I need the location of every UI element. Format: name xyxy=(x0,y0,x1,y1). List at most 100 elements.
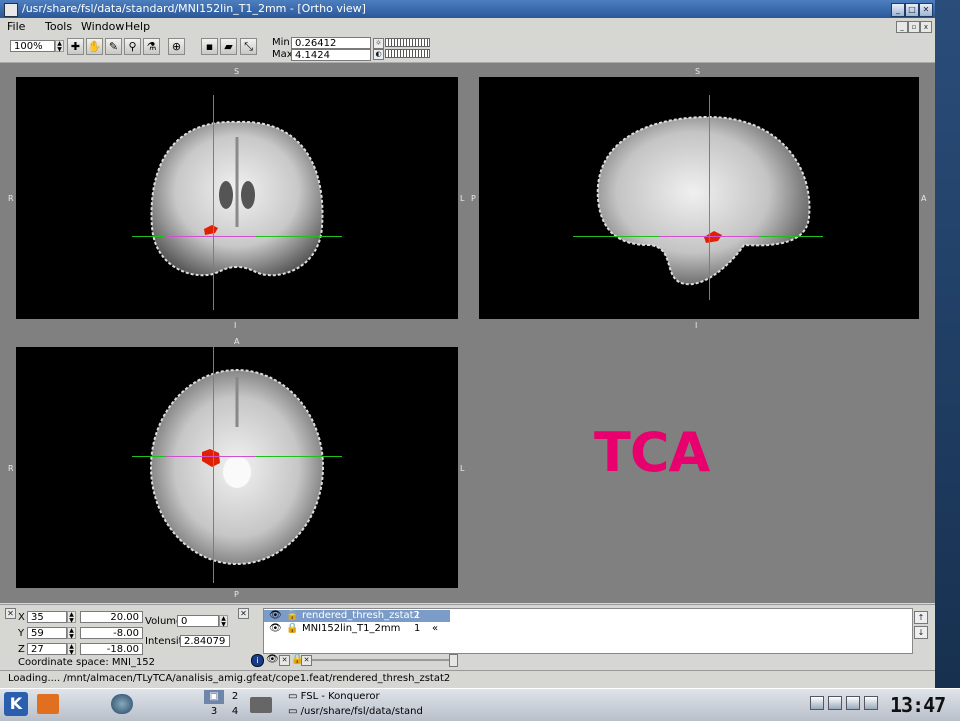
z-voxel-input[interactable]: 27 xyxy=(27,643,67,655)
layer-name: MNI152lin_T1_2mm xyxy=(302,623,401,634)
opacity-slider[interactable] xyxy=(312,659,457,661)
zoom-input[interactable]: 100% xyxy=(10,40,55,52)
clock[interactable]: 13:47 xyxy=(890,693,946,717)
x-mm-input[interactable]: 20.00 xyxy=(80,611,143,623)
layer-name: rendered_thresh_zstat2 xyxy=(302,610,420,621)
z-voxel-spinner[interactable]: ▲ ▼ xyxy=(67,643,76,656)
task-label: FSL - Konqueror xyxy=(300,691,380,702)
y-voxel-spinner[interactable]: ▲ ▼ xyxy=(67,627,76,640)
desktop-2[interactable]: 2 xyxy=(225,690,245,704)
sagittal-cursor-h xyxy=(659,236,759,237)
info-icon[interactable]: i xyxy=(251,654,264,667)
tray-battery-icon[interactable] xyxy=(846,696,860,710)
layer-down-icon[interactable]: ↓ xyxy=(914,626,928,639)
opacity-slider-handle[interactable] xyxy=(449,654,458,667)
zoom-tool-icon[interactable]: ⚲ xyxy=(124,38,141,55)
min-slider[interactable] xyxy=(385,38,430,47)
sagittal-cursor-v xyxy=(709,195,710,237)
remove-layer-icon[interactable]: ✕ xyxy=(279,655,290,666)
desktop-4[interactable]: 4 xyxy=(225,705,245,719)
mask-tool-icon[interactable]: ▪ xyxy=(201,38,218,55)
tray-network-icon[interactable] xyxy=(810,696,824,710)
mdi-restore-icon[interactable]: ▫ xyxy=(908,21,920,33)
visibility-eye-icon[interactable]: 👁 xyxy=(269,623,282,635)
coronal-cursor-v xyxy=(213,197,214,237)
task-konqueror[interactable]: ▭ FSL - Konqueror xyxy=(288,690,380,704)
layer-extra-icon[interactable]: « xyxy=(432,623,438,635)
lock-icon[interactable]: 🔒 xyxy=(286,623,298,635)
zoom-spinner[interactable]: ▲ ▼ xyxy=(55,40,64,53)
x-voxel-input[interactable]: 35 xyxy=(27,611,67,623)
coronal-top-label: S xyxy=(234,67,240,76)
y-label: Y xyxy=(18,628,25,639)
coronal-right-label: L xyxy=(460,194,465,203)
ortho-view-area: S I R L S I P A A P R L xyxy=(0,63,935,603)
home-icon[interactable] xyxy=(37,694,59,714)
window-icon: ▭ xyxy=(288,691,301,702)
visibility-eye-icon[interactable]: 👁 xyxy=(269,610,282,622)
coronal-view[interactable] xyxy=(16,77,458,319)
volume-input[interactable]: 0 xyxy=(177,615,219,627)
min-input[interactable]: 0.26412 xyxy=(291,37,371,49)
menu-file[interactable]: File xyxy=(7,20,25,33)
crosshair-tool-icon[interactable]: ✚ xyxy=(67,38,84,55)
x-voxel-spinner[interactable]: ▲ ▼ xyxy=(67,611,76,624)
volume-spinner[interactable]: ▲ ▼ xyxy=(219,615,228,628)
desktop-background xyxy=(935,0,960,688)
sagittal-top-label: S xyxy=(695,67,701,76)
layers-panel-close-icon[interactable]: ✕ xyxy=(238,608,249,619)
clear-icon[interactable]: ✕ xyxy=(301,655,312,666)
title-bar[interactable]: /usr/share/fsl/data/standard/MNI152lin_T… xyxy=(0,0,935,18)
y-voxel-input[interactable]: 59 xyxy=(27,627,67,639)
layer-list: 👁 🔒 rendered_thresh_zstat2 1 👁 🔒 MNI152l… xyxy=(263,608,913,654)
coronal-cursor-h xyxy=(166,236,256,237)
mdi-close-icon[interactable]: x xyxy=(920,21,932,33)
max-slider[interactable] xyxy=(385,49,430,58)
maximize-icon[interactable]: □ xyxy=(905,3,919,17)
status-bar: Loading.... /mnt/almacen/TLyTCA/analisis… xyxy=(0,670,935,687)
status-text: Loading.... /mnt/almacen/TLyTCA/analisis… xyxy=(8,673,451,684)
axial-cursor-v xyxy=(213,437,214,462)
layer-up-icon[interactable]: ↑ xyxy=(914,611,928,624)
axial-top-label: A xyxy=(234,337,240,346)
close-icon[interactable]: ✕ xyxy=(919,3,933,17)
mdi-minimize-icon[interactable]: _ xyxy=(896,21,908,33)
axial-view[interactable] xyxy=(16,347,458,588)
desktop-3[interactable]: 3 xyxy=(204,705,224,719)
menu-window[interactable]: Window xyxy=(81,20,124,33)
tca-annotation: TCA xyxy=(594,421,710,484)
layer-value: 1 xyxy=(414,623,421,634)
max-input[interactable]: 4.1424 xyxy=(291,49,371,61)
minimize-icon[interactable]: _ xyxy=(891,3,905,17)
axial-brain-image xyxy=(150,369,324,565)
eye-toggle-icon[interactable]: 👁 xyxy=(266,654,279,665)
layer-row[interactable]: 👁 🔒 MNI152lin_T1_2mm 1 « xyxy=(264,623,564,635)
konqueror-icon[interactable] xyxy=(111,694,133,714)
menu-tools[interactable]: Tools xyxy=(45,20,72,33)
cursor-tool-icon[interactable]: ⤡ xyxy=(240,38,257,55)
kde-menu-icon[interactable]: K xyxy=(4,692,28,716)
cursor-panel-close-icon[interactable]: ✕ xyxy=(5,608,16,619)
lock-icon[interactable]: 🔒 xyxy=(286,610,298,622)
desktop-1[interactable]: ▣ xyxy=(204,690,224,704)
pan-tool-icon[interactable]: ✋ xyxy=(86,38,103,55)
app-icon[interactable] xyxy=(4,3,18,17)
z-mm-input[interactable]: -18.00 xyxy=(80,643,143,655)
drive-icon[interactable] xyxy=(250,697,272,713)
max-lock-icon[interactable]: ◐ xyxy=(373,49,384,60)
min-lock-icon[interactable]: ☼ xyxy=(373,38,384,49)
pencil-tool-icon[interactable]: ✎ xyxy=(105,38,122,55)
tray-clipboard-icon[interactable] xyxy=(828,696,842,710)
tray-monitor-icon[interactable] xyxy=(864,696,878,710)
axial-bottom-label: P xyxy=(234,590,239,599)
reset-view-icon[interactable]: ⊕ xyxy=(168,38,185,55)
eraser-tool-icon[interactable]: ▰ xyxy=(220,38,237,55)
task-fslview[interactable]: ▭ /usr/share/fsl/data/stand xyxy=(288,705,423,719)
max-label: Max xyxy=(272,49,293,60)
sagittal-view[interactable] xyxy=(479,77,919,319)
menu-help[interactable]: Help xyxy=(125,20,150,33)
z-label: Z xyxy=(18,644,25,655)
y-mm-input[interactable]: -8.00 xyxy=(80,627,143,639)
fill-tool-icon[interactable]: ⚗ xyxy=(143,38,160,55)
layer-row[interactable]: 👁 🔒 rendered_thresh_zstat2 1 xyxy=(264,610,450,622)
